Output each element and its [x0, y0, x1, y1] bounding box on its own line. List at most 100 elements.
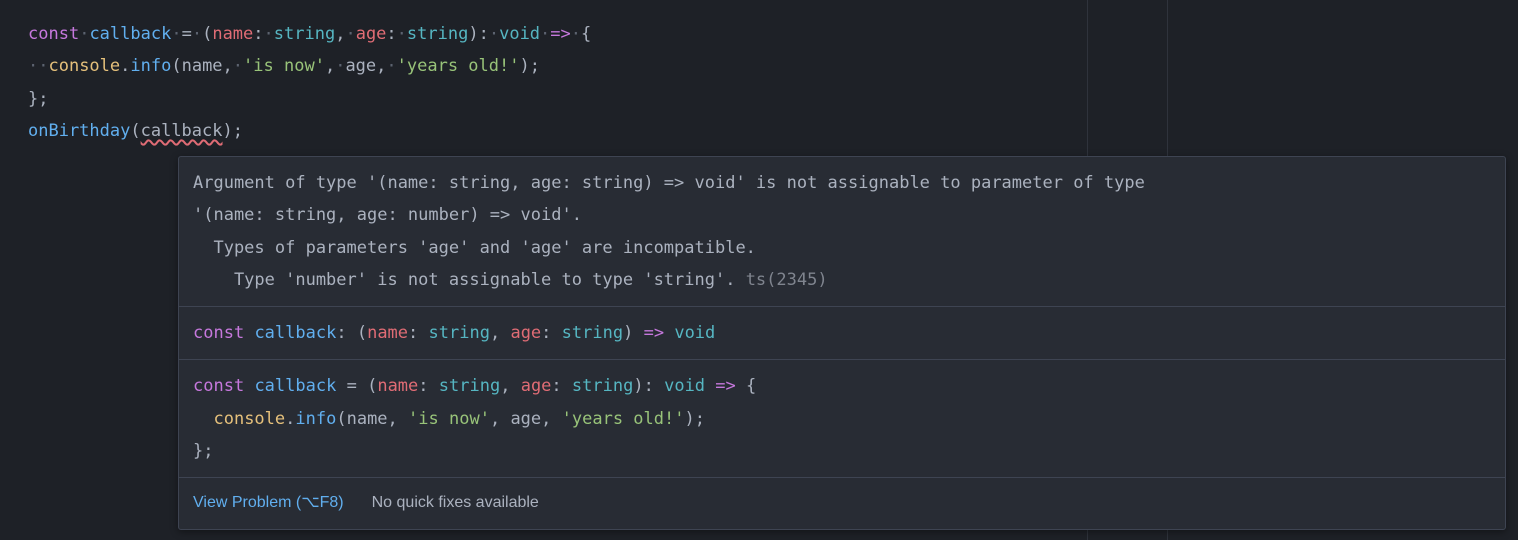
whitespace: [633, 323, 643, 343]
whitespace: [510, 376, 520, 396]
no-quick-fixes-label: No quick fixes available: [372, 488, 539, 518]
type-signature-section: const callback: (name: string, age: stri…: [179, 307, 1505, 360]
paren-close: ): [519, 56, 529, 76]
whitespace: ·: [335, 56, 345, 76]
whitespace: [500, 323, 510, 343]
error-message-section: Argument of type '(name: string, age: st…: [179, 157, 1505, 307]
whitespace: ·: [171, 24, 181, 44]
paren-open: (: [202, 24, 212, 44]
colon: :: [644, 376, 654, 396]
colon: :: [336, 323, 346, 343]
type-string: string: [274, 24, 335, 44]
dot-accessor: .: [285, 409, 295, 429]
code-line-1[interactable]: const·callback·=·(name:·string,·age:·str…: [0, 18, 1518, 50]
error-argument-callback[interactable]: callback: [141, 121, 223, 141]
paren-close: ): [623, 323, 633, 343]
view-problem-link[interactable]: View Problem (⌥F8): [193, 488, 344, 518]
method-info: info: [130, 56, 171, 76]
whitespace: ·: [540, 24, 550, 44]
semicolon: ;: [530, 56, 540, 76]
whitespace: ·: [79, 24, 89, 44]
paren-close: ): [468, 24, 478, 44]
paren-open: (: [130, 121, 140, 141]
definition-peek-section: const callback = (name: string, age: str…: [179, 360, 1505, 478]
comma: ,: [223, 56, 233, 76]
code-line-2[interactable]: ··console.info(name,·'is now',·age,·'yea…: [0, 50, 1518, 82]
whitespace: [664, 323, 674, 343]
variable-callback: callback: [254, 323, 336, 343]
comma: ,: [335, 24, 345, 44]
whitespace: ·: [489, 24, 499, 44]
type-void: void: [499, 24, 540, 44]
brace-close: }: [28, 89, 38, 109]
code-editor[interactable]: const·callback·=·(name:·string,·age:·str…: [0, 0, 1518, 147]
arrow-operator: =>: [644, 323, 664, 343]
error-text-line2: '(name: string, age: number) => void'.: [193, 205, 582, 225]
object-console: console: [48, 56, 120, 76]
error-text-line1: Argument of type '(name: string, age: st…: [193, 173, 1155, 193]
whitespace: [244, 376, 254, 396]
semicolon: ;: [203, 441, 213, 461]
whitespace: [357, 376, 367, 396]
error-text-line4: Type 'number' is not assignable to type …: [193, 270, 746, 290]
colon: :: [253, 24, 263, 44]
semicolon: ;: [233, 121, 243, 141]
paren-close: ): [223, 121, 233, 141]
whitespace: [551, 409, 561, 429]
colon: :: [541, 323, 551, 343]
variable-callback: callback: [89, 24, 171, 44]
comma: ,: [490, 409, 500, 429]
whitespace: ·: [345, 24, 355, 44]
keyword-const: const: [193, 323, 244, 343]
param-name: name: [367, 323, 408, 343]
string-literal: 'is now': [243, 56, 325, 76]
type-string: string: [407, 24, 468, 44]
operator-equals: =: [182, 24, 192, 44]
param-age: age: [510, 323, 541, 343]
whitespace: ·: [386, 56, 396, 76]
paren-open: (: [367, 376, 377, 396]
error-text-line3: Types of parameters 'age' and 'age' are …: [193, 238, 756, 258]
paren-open: (: [336, 409, 346, 429]
whitespace: [244, 323, 254, 343]
whitespace: ·: [264, 24, 274, 44]
paren-open: (: [357, 323, 367, 343]
arg-name: name: [347, 409, 388, 429]
method-info: info: [295, 409, 336, 429]
param-age: age: [356, 24, 387, 44]
paren-open: (: [171, 56, 181, 76]
operator-equals: =: [347, 376, 357, 396]
arg-age: age: [510, 409, 541, 429]
whitespace: [336, 376, 346, 396]
error-code: ts(2345): [746, 270, 828, 290]
code-line-4[interactable]: onBirthday(callback);: [0, 115, 1518, 147]
comma: ,: [388, 409, 398, 429]
param-age: age: [521, 376, 552, 396]
colon: :: [386, 24, 396, 44]
code-line-3[interactable]: };: [0, 83, 1518, 115]
colon: :: [479, 24, 489, 44]
type-string: string: [562, 323, 623, 343]
type-void: void: [664, 376, 705, 396]
type-string: string: [439, 376, 500, 396]
type-string: string: [572, 376, 633, 396]
dot-accessor: .: [120, 56, 130, 76]
whitespace: [500, 409, 510, 429]
whitespace: [562, 376, 572, 396]
hover-tooltip[interactable]: Argument of type '(name: string, age: st…: [178, 156, 1506, 530]
string-literal: 'years old!': [562, 409, 685, 429]
brace-open: {: [746, 376, 756, 396]
whitespace: [705, 376, 715, 396]
paren-close: ): [633, 376, 643, 396]
paren-close: ): [684, 409, 694, 429]
whitespace: [551, 323, 561, 343]
colon: :: [418, 376, 428, 396]
type-void: void: [674, 323, 715, 343]
whitespace: [347, 323, 357, 343]
comma: ,: [541, 409, 551, 429]
string-literal: 'is now': [408, 409, 490, 429]
comma: ,: [490, 323, 500, 343]
whitespace: [736, 376, 746, 396]
semicolon: ;: [38, 89, 48, 109]
function-onBirthday: onBirthday: [28, 121, 130, 141]
